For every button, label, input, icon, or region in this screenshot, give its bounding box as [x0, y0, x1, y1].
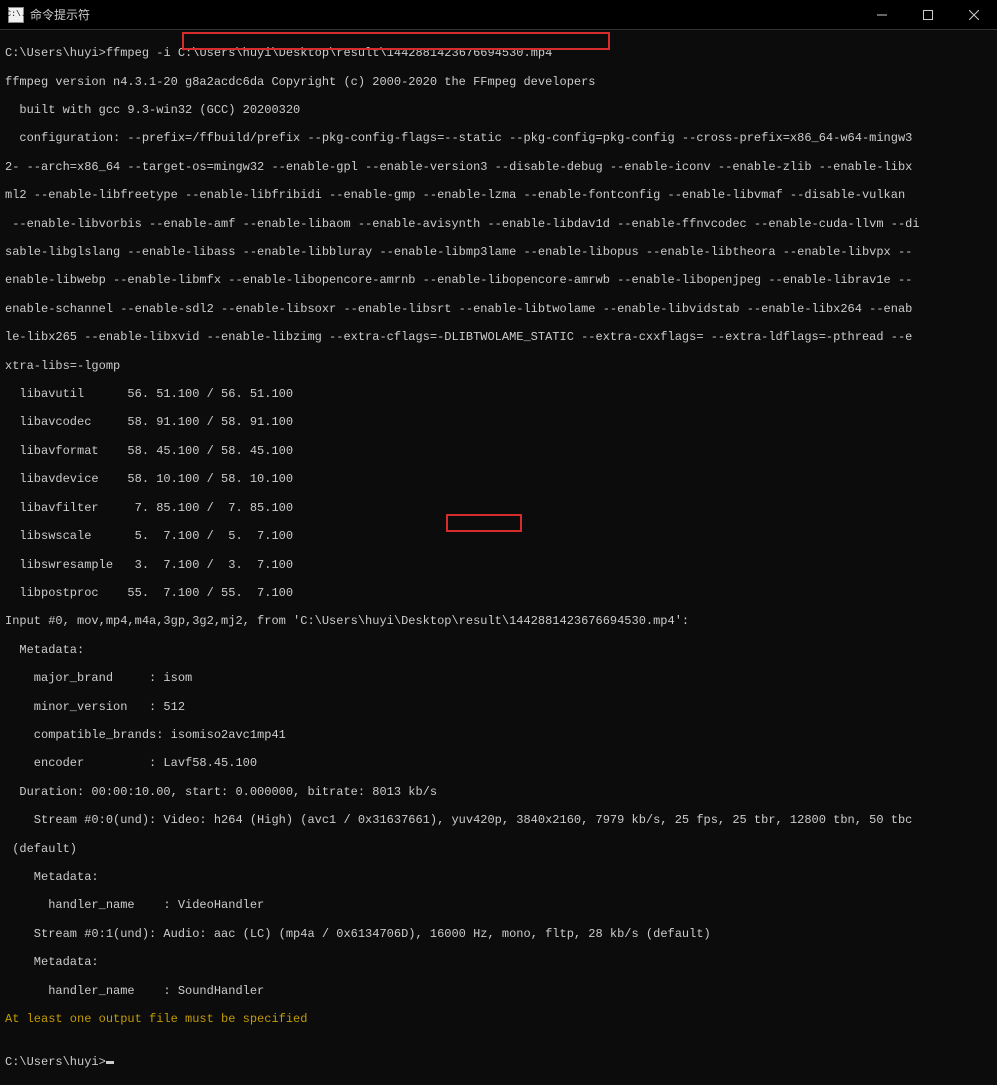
metadata-label: Metadata: — [5, 955, 992, 969]
lib-line: libswresample 3. 7.100 / 3. 7.100 — [5, 558, 992, 572]
title-left: C:\. 命令提示符 — [8, 6, 90, 23]
version-line-b: g8a2acdc6da Copyright (c) 2000-2020 the … — [178, 75, 596, 89]
lib-line: libavutil 56. 51.100 / 56. 51.100 — [5, 387, 992, 401]
minimize-button[interactable] — [859, 0, 905, 30]
cursor — [106, 1061, 114, 1064]
duration-line: Duration: 00:00:10.00, start: 0.000000, … — [5, 785, 992, 799]
error-line: At least one output file must be specifi… — [5, 1012, 992, 1026]
config-line: sable-libglslang --enable-libass --enabl… — [5, 245, 992, 259]
handler-line: handler_name : SoundHandler — [5, 984, 992, 998]
metadata-line: minor_version : 512 — [5, 700, 992, 714]
input-header: Input #0, mov,mp4,m4a,3gp,3g2,mj2, from … — [5, 614, 992, 628]
config-line: configuration: --prefix=/ffbuild/prefix … — [5, 131, 992, 145]
stream-video-b: (default) — [5, 842, 992, 856]
build-line: built with gcc 9.3-win32 (GCC) 20200320 — [5, 103, 992, 117]
metadata-line: major_brand : isom — [5, 671, 992, 685]
config-line: enable-libwebp --enable-libmfx --enable-… — [5, 273, 992, 287]
file-arg-highlighted: C:\Users\huyi\Desktop\result\14428814236… — [178, 46, 552, 60]
config-line: le-libx265 --enable-libxvid --enable-lib… — [5, 330, 992, 344]
lib-line: libswscale 5. 7.100 / 5. 7.100 — [5, 529, 992, 543]
stream-audio-a: Stream #0:1(und): Audio: aac (LC) (mp4a … — [5, 927, 423, 941]
window-controls — [859, 0, 997, 29]
close-button[interactable] — [951, 0, 997, 30]
command-text: ffmpeg -i — [106, 46, 178, 60]
metadata-line: encoder : Lavf58.45.100 — [5, 756, 992, 770]
lib-line: libavcodec 58. 91.100 / 58. 91.100 — [5, 415, 992, 429]
stream-video: Stream #0:0(und): Video: h264 (High) (av… — [5, 813, 992, 827]
maximize-button[interactable] — [905, 0, 951, 30]
stream-audio-hz-highlighted: 16000 Hz, — [423, 927, 495, 941]
lib-line: libavfilter 7. 85.100 / 7. 85.100 — [5, 501, 992, 515]
metadata-label: Metadata: — [5, 643, 992, 657]
terminal-content[interactable]: C:\Users\huyi>ffmpeg -i C:\Users\huyi\De… — [0, 30, 997, 1085]
metadata-label: Metadata: — [5, 870, 992, 884]
prompt: C:\Users\huyi> — [5, 46, 106, 60]
version-line-a: ffmpeg version n4.3.1-20 — [5, 75, 178, 89]
handler-line: handler_name : VideoHandler — [5, 898, 992, 912]
prompt: C:\Users\huyi> — [5, 1055, 106, 1069]
config-line: 2- --arch=x86_64 --target-os=mingw32 --e… — [5, 160, 992, 174]
config-line: ml2 --enable-libfreetype --enable-libfri… — [5, 188, 992, 202]
window-title: 命令提示符 — [30, 6, 90, 23]
metadata-line: compatible_brands: isomiso2avc1mp41 — [5, 728, 992, 742]
config-line: --enable-libvorbis --enable-amf --enable… — [5, 217, 992, 231]
stream-audio-c: mono, fltp, 28 kb/s (default) — [495, 927, 711, 941]
lib-line: libavformat 58. 45.100 / 58. 45.100 — [5, 444, 992, 458]
lib-line: libpostproc 55. 7.100 / 55. 7.100 — [5, 586, 992, 600]
titlebar: C:\. 命令提示符 — [0, 0, 997, 30]
config-line: xtra-libs=-lgomp — [5, 359, 992, 373]
config-line: enable-schannel --enable-sdl2 --enable-l… — [5, 302, 992, 316]
cmd-icon: C:\. — [8, 7, 24, 23]
lib-line: libavdevice 58. 10.100 / 58. 10.100 — [5, 472, 992, 486]
